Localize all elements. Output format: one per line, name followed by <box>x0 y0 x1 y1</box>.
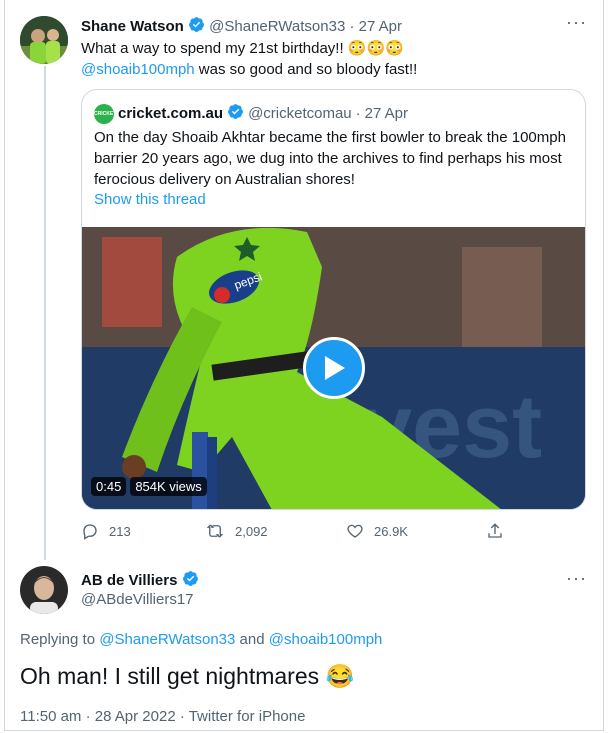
quoted-date[interactable]: 27 Apr <box>365 105 408 122</box>
main-tweet-text-line2: was so good and so bloody fast!! <box>194 61 418 78</box>
quoted-author-name[interactable]: cricket.com.au <box>118 105 223 122</box>
replying-user-shane[interactable]: @ShaneRWatson33 <box>99 631 235 648</box>
reply-count: 213 <box>109 523 131 539</box>
main-author-handle[interactable]: @ShaneRWatson33 <box>209 18 345 35</box>
replying-prefix: Replying to <box>20 631 100 648</box>
reply-author-name[interactable]: AB de Villiers <box>81 572 177 589</box>
play-icon <box>325 356 345 380</box>
main-tweet-text-line1: What a way to spend my 21st birthday!! 😳… <box>81 40 404 57</box>
quoted-separator: · <box>355 105 361 122</box>
main-author-name[interactable]: Shane Watson <box>81 18 184 35</box>
like-count: 26.9K <box>374 523 408 539</box>
retweet-count: 2,092 <box>235 523 268 539</box>
quoted-tweet-card[interactable]: CRICKET cricket.com.au @cricketcomau · 2… <box>81 89 586 510</box>
reply-tweet[interactable]: AB de Villiers @ABdeVilliers17 ··· Reply… <box>4 558 604 733</box>
mention-shoaib[interactable]: @shoaib100mph <box>81 61 195 78</box>
replying-and: and <box>235 631 269 648</box>
main-more-icon[interactable]: ··· <box>566 12 587 33</box>
retweet-action[interactable]: 2,092 <box>205 522 268 540</box>
shane-watson-avatar[interactable] <box>20 16 68 64</box>
reply-author-handle[interactable]: @ABdeVilliers17 <box>81 591 194 608</box>
quoted-author-handle[interactable]: @cricketcomau <box>248 105 352 122</box>
share-action[interactable] <box>486 522 504 540</box>
replying-to-line: Replying to @ShaneRWatson33 and @shoaib1… <box>20 631 382 648</box>
reply-more-icon[interactable]: ··· <box>566 568 587 589</box>
thread-connector-line <box>44 66 46 560</box>
main-date[interactable]: 27 Apr <box>359 18 402 35</box>
video-duration: 0:45 <box>91 477 127 496</box>
reply-verified-badge-icon <box>182 570 199 591</box>
video-player[interactable]: vest pepsi 0:45 854K views <box>82 227 585 509</box>
heart-icon <box>347 524 363 538</box>
show-thread-link[interactable]: Show this thread <box>94 191 206 208</box>
quoted-verified-badge-icon <box>227 103 244 124</box>
retweet-icon <box>206 524 224 538</box>
like-action[interactable]: 26.9K <box>346 522 408 540</box>
verified-badge-icon <box>188 16 205 37</box>
reply-timestamp[interactable]: 11:50 am · 28 Apr 2022 · Twitter for iPh… <box>20 708 305 725</box>
main-separator: · <box>349 18 355 35</box>
cricket-logo-icon: CRICKET <box>94 103 116 124</box>
ab-de-villiers-avatar[interactable] <box>20 566 68 614</box>
play-button[interactable] <box>303 337 365 399</box>
share-icon <box>488 523 502 538</box>
reply-tweet-text: Oh man! I still get nightmares 😂 <box>20 663 355 689</box>
video-views: 854K views <box>130 477 207 496</box>
replying-user-shoaib[interactable]: @shoaib100mph <box>269 631 383 648</box>
reply-icon <box>83 524 97 540</box>
reply-action[interactable]: 213 <box>81 522 131 540</box>
quoted-tweet-text: On the day Shoaib Akhtar became the firs… <box>94 129 566 188</box>
